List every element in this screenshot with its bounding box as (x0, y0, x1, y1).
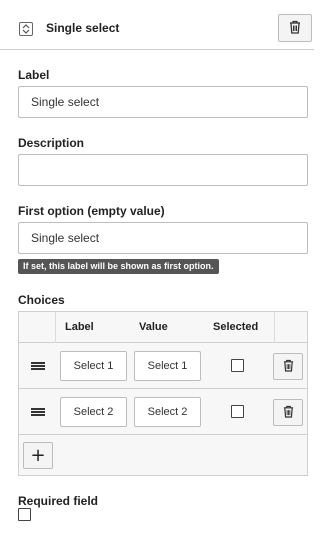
drag-handle-icon[interactable] (31, 408, 45, 416)
choice-row (19, 389, 307, 435)
first-option-hint: If set, this label will be shown as firs… (18, 259, 219, 274)
choices-label: Choices (18, 293, 65, 307)
first-option-input[interactable] (18, 222, 308, 254)
description-input[interactable] (18, 154, 308, 186)
choice-selected-checkbox[interactable] (231, 359, 244, 372)
choice-label-input[interactable] (60, 397, 127, 427)
choice-selected-checkbox[interactable] (231, 405, 244, 418)
choices-header-row: Label Value Selected (19, 312, 307, 343)
choice-label-input[interactable] (60, 351, 127, 381)
add-choice-button[interactable]: + (23, 442, 53, 469)
field-editor-header: Single select (0, 0, 314, 50)
column-divider (55, 312, 56, 343)
label-field-label: Label (18, 68, 50, 82)
choice-value-input[interactable] (134, 351, 201, 381)
trash-icon (283, 359, 294, 375)
choices-table: Label Value Selected + (18, 311, 308, 476)
label-input[interactable] (18, 86, 308, 118)
description-field-label: Description (18, 136, 85, 150)
choice-row (19, 343, 307, 389)
delete-choice-button[interactable] (273, 353, 303, 380)
required-field-checkbox[interactable] (18, 508, 31, 521)
required-field-label: Required field (18, 494, 99, 508)
column-header-label: Label (65, 321, 94, 333)
trash-icon (289, 20, 301, 37)
column-header-value: Value (139, 321, 168, 333)
delete-choice-button[interactable] (273, 399, 303, 426)
choice-value-input[interactable] (134, 397, 201, 427)
column-divider (274, 312, 275, 343)
drag-handle-icon[interactable] (31, 362, 45, 370)
select-updown-icon (19, 22, 33, 36)
delete-field-button[interactable] (278, 14, 312, 42)
first-option-field-label: First option (empty value) (18, 204, 165, 218)
field-title: Single select (46, 21, 120, 35)
column-header-selected: Selected (213, 321, 259, 333)
trash-icon (283, 405, 294, 421)
